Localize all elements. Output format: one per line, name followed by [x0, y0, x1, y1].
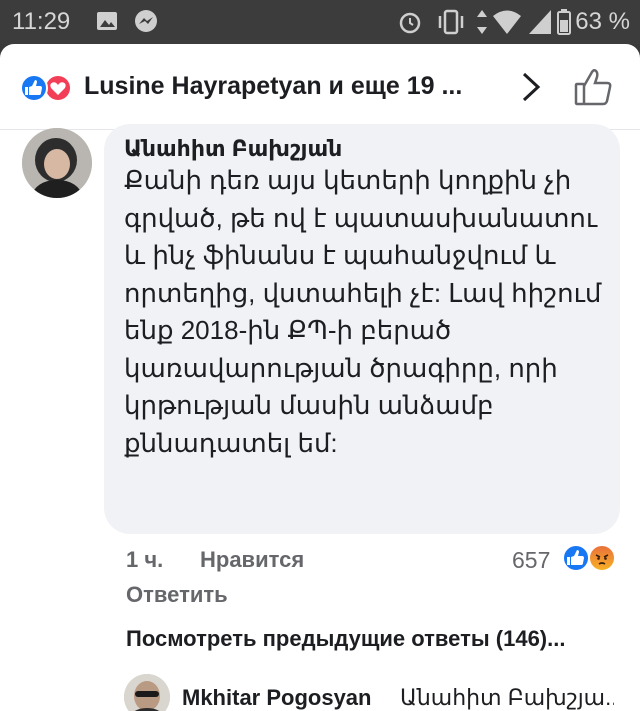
reply-author[interactable]: Mkhitar Pogosyan [182, 685, 371, 711]
signal-icon [529, 10, 551, 34]
reply-avatar[interactable] [124, 674, 170, 711]
reaction-count[interactable]: 657 [512, 547, 550, 574]
vibrate-icon [438, 9, 464, 35]
like-reaction-icon [20, 74, 48, 102]
comment-time: 1 ч. [126, 547, 164, 572]
status-bar: 11:29 63 % [0, 0, 640, 44]
alarm-icon [399, 12, 421, 34]
reply-button[interactable]: Ответить [126, 582, 228, 608]
like-button[interactable]: Нравится [200, 547, 304, 573]
reply-text-preview: Անահիտ Բախշյա... [400, 685, 614, 710]
comment-text: Քանի դեռ այս կետերի կողքին չի գրված, թե … [124, 165, 602, 458]
messenger-icon [135, 10, 157, 32]
thumbs-up-icon[interactable] [572, 66, 614, 108]
header-reactions [20, 74, 78, 102]
image-icon [97, 12, 117, 30]
love-reaction-icon [44, 74, 72, 102]
angry-reaction-icon [588, 544, 616, 572]
status-time: 11:29 [12, 8, 71, 35]
battery-icon [557, 9, 571, 35]
chevron-right-icon[interactable] [518, 72, 544, 102]
reactions-header[interactable]: Lusine Hayrapetyan и еще 19 ... [0, 44, 640, 130]
view-previous-replies-link[interactable]: Посмотреть предыдущие ответы (146)... [126, 626, 565, 652]
battery-percent: 63 % [575, 8, 630, 35]
header-title[interactable]: Lusine Hayrapetyan и еще 19 ... [84, 72, 462, 101]
avatar[interactable] [22, 128, 92, 198]
comment-author[interactable]: Անահիտ Բախշյան [124, 136, 342, 162]
data-arrows-icon [477, 10, 487, 34]
comments-sheet: Lusine Hayrapetyan и еще 19 ... Անահիտ Բ… [0, 44, 640, 711]
wifi-icon [493, 10, 521, 34]
like-reaction-icon [562, 544, 590, 572]
